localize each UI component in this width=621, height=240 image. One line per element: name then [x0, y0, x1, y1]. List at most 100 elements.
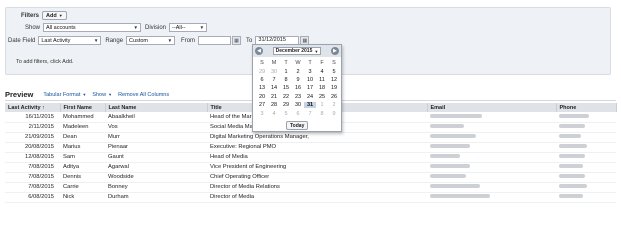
- redacted-phone: [559, 124, 585, 129]
- calendar-day[interactable]: 8: [280, 77, 292, 83]
- calendar-day[interactable]: 3: [256, 111, 268, 117]
- calendar-day[interactable]: 22: [280, 94, 292, 100]
- calendar-day[interactable]: 19: [328, 85, 340, 91]
- table-cell: [427, 172, 556, 183]
- redacted-phone: [559, 134, 581, 139]
- calendar-day[interactable]: 18: [316, 85, 328, 91]
- calendar-day[interactable]: 23: [292, 94, 304, 100]
- calendar-day[interactable]: 20: [256, 94, 268, 100]
- table-row[interactable]: 12/08/2015 Sam Gaunt Head of Media: [5, 152, 616, 163]
- calendar-day[interactable]: 4: [316, 69, 328, 75]
- calendar-day[interactable]: 1: [316, 102, 328, 108]
- date-field-select[interactable]: Last Activity ▼: [38, 36, 102, 45]
- table-row[interactable]: 20/08/2015 Marius Pienaar Executive: Region…: [5, 142, 616, 153]
- redacted-phone: [559, 114, 589, 119]
- redacted-email: [430, 154, 460, 159]
- weekday-label: W: [295, 60, 301, 67]
- calendar-day[interactable]: 25: [316, 94, 328, 100]
- calendar-day[interactable]: 10: [304, 77, 316, 83]
- calendar-day[interactable]: 15: [280, 85, 292, 91]
- calendar-day[interactable]: 28: [268, 102, 280, 108]
- table-cell: [556, 152, 616, 163]
- weekday-header-row: SMTWTFS: [256, 59, 340, 67]
- month-select[interactable]: December 2015 ▼: [272, 47, 322, 55]
- table-cell: Nick: [60, 192, 105, 203]
- division-label: Division: [145, 24, 167, 31]
- table-cell: Madeleen: [60, 122, 105, 133]
- hint-add-link[interactable]: Add: [62, 59, 72, 65]
- column-header[interactable]: Last Name: [105, 103, 208, 112]
- range-select[interactable]: Custom ▼: [126, 36, 176, 45]
- column-header[interactable]: Phone: [556, 103, 617, 112]
- calendar-day[interactable]: 11: [316, 77, 328, 83]
- calendar-day[interactable]: 12: [328, 77, 340, 83]
- table-cell: [556, 142, 616, 153]
- preview-title: Preview: [5, 90, 34, 99]
- calendar-day[interactable]: 6: [292, 111, 304, 117]
- calendar-day[interactable]: 30: [268, 69, 280, 75]
- table-row[interactable]: 7/08/2015 Aditya Agarwal Vice President of …: [5, 162, 616, 173]
- table-cell: 20/08/2015: [5, 142, 60, 153]
- table-row[interactable]: 7/08/2015 Carrie Bonney Director of Media R…: [5, 182, 616, 193]
- table-row[interactable]: 7/08/2015 Dennis Woodside Chief Operating O…: [5, 172, 616, 183]
- table-cell: Head of Media: [207, 152, 427, 163]
- calendar-day[interactable]: 21: [268, 94, 280, 100]
- calendar-grid: S M T W T F S 29 30 1 2 3 4 5 6 7 8 9 10 11 12 13 14 15 16 17 18 19…: [256, 59, 340, 118]
- calendar-day[interactable]: 5: [328, 69, 340, 75]
- add-filter-label: Add: [46, 12, 57, 19]
- calendar-day[interactable]: 1: [280, 69, 292, 75]
- table-cell: [427, 132, 556, 143]
- calendar-day[interactable]: 30: [292, 102, 304, 108]
- table-cell: Murr: [105, 132, 207, 143]
- calendar-day[interactable]: 29: [280, 102, 292, 108]
- show-select[interactable]: All accounts ▼: [43, 23, 142, 32]
- calendar-day[interactable]: 29: [256, 69, 268, 75]
- calendar-day[interactable]: 17: [304, 85, 316, 91]
- calendar-day[interactable]: 3: [304, 69, 316, 75]
- calendar-day[interactable]: 14: [268, 85, 280, 91]
- calendar-day[interactable]: 2: [328, 102, 340, 108]
- calendar-day[interactable]: 4: [268, 111, 280, 117]
- calendar-day[interactable]: 7: [304, 111, 316, 117]
- to-label: To: [246, 37, 253, 44]
- table-row[interactable]: 21/09/2015 Dean Murr Digital Marketing Oper…: [5, 132, 616, 143]
- calendar-day[interactable]: 16: [292, 85, 304, 91]
- table-cell: 7/08/2015: [5, 172, 60, 183]
- add-filter-button[interactable]: Add ▼: [42, 11, 67, 20]
- table-cell: Bonney: [105, 182, 207, 193]
- calendar-day[interactable]: 5: [280, 111, 292, 117]
- calendar-day[interactable]: 26: [328, 94, 340, 100]
- column-header[interactable]: Last Activity ↑: [5, 103, 61, 112]
- column-header[interactable]: First Name: [60, 103, 106, 112]
- today-button[interactable]: Today: [286, 121, 309, 130]
- table-cell: [556, 192, 616, 203]
- division-select[interactable]: --All-- ▼: [169, 23, 208, 32]
- table-cell: [556, 122, 616, 133]
- redacted-email: [430, 174, 466, 179]
- show-menu[interactable]: Show ▼: [92, 92, 112, 98]
- format-select[interactable]: Tabular Format ▼: [43, 92, 86, 98]
- calendar-day[interactable]: 9: [292, 77, 304, 83]
- redacted-phone: [559, 144, 587, 149]
- calendar-day[interactable]: 2: [292, 69, 304, 75]
- table-cell: Dean: [60, 132, 105, 143]
- from-date-input[interactable]: [198, 36, 232, 45]
- column-header[interactable]: Email: [427, 103, 557, 112]
- calendar-day[interactable]: 24: [304, 94, 316, 100]
- table-row[interactable]: 6/08/2015 Nick Durham Director of Media: [5, 192, 616, 203]
- calendar-day[interactable]: 31: [304, 102, 316, 109]
- chevron-right-icon[interactable]: ▶: [330, 47, 339, 55]
- calendar-day[interactable]: 27: [256, 102, 268, 108]
- calendar-day[interactable]: 6: [256, 77, 268, 83]
- calendar-day[interactable]: 9: [328, 111, 340, 117]
- remove-all-columns-link[interactable]: Remove All Columns: [118, 92, 169, 98]
- calendar-icon[interactable]: ▦: [232, 36, 242, 45]
- chevron-down-icon: ▼: [82, 92, 87, 97]
- chevron-left-icon[interactable]: ◀: [255, 47, 263, 55]
- calendar-day[interactable]: 8: [316, 111, 328, 117]
- table-cell: [427, 112, 556, 123]
- calendar-day[interactable]: 13: [256, 85, 268, 91]
- range-label: Range: [105, 37, 124, 44]
- calendar-day[interactable]: 7: [268, 77, 280, 83]
- table-cell: Pienaar: [105, 142, 207, 153]
